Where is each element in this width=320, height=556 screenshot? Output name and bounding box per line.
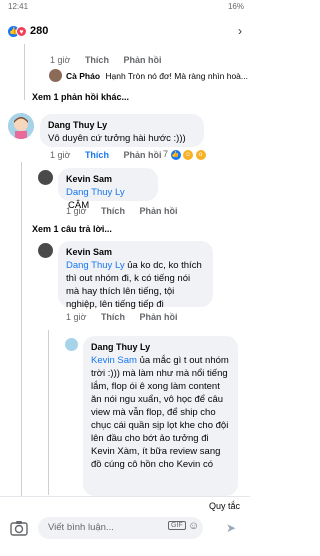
avatar[interactable] — [8, 113, 34, 139]
mention-link[interactable]: Dang Thuy Ly — [66, 187, 125, 198]
thread-line — [21, 162, 22, 497]
status-bar: 12:41 16% — [0, 0, 250, 14]
commenter-name[interactable]: Kevin Sam — [66, 173, 150, 186]
like-button[interactable]: Thích — [101, 206, 125, 216]
comment-bubble[interactable]: Dang Thuy Ly Kevin Sam ủa mắc gì t out n… — [83, 336, 238, 496]
thread-line — [48, 330, 49, 495]
comment-bubble[interactable]: Dang Thuy Ly Vô duyên cứ tưởng hài hước … — [40, 114, 204, 147]
heart-reaction-icon: ♥ — [16, 26, 27, 37]
comment-time: 1 giờ — [50, 55, 71, 65]
cartoon-avatar-icon — [8, 113, 34, 139]
reply-button[interactable]: Phản hồi — [123, 55, 161, 65]
mention-link[interactable]: Kevin Sam — [91, 355, 137, 366]
comment-bubble[interactable]: Kevin Sam Dang Thuy Ly ủa ko dc, ko thíc… — [58, 241, 213, 310]
reply-button[interactable]: Phản hồi — [139, 312, 177, 322]
wow-reaction-icon: o — [195, 149, 206, 160]
view-more-replies-link[interactable]: Xem 1 phản hồi khác... — [32, 92, 129, 102]
battery-level: 16% — [227, 2, 244, 11]
reaction-count: 280 — [30, 25, 49, 37]
comment-text: ủa mắc gì t out nhóm trời :))) mà làm nh… — [91, 355, 229, 470]
comment-time: 1 giờ — [50, 150, 71, 160]
reaction-badge[interactable]: 7 👍 ☺ o — [163, 149, 206, 160]
like-button[interactable]: Thích — [85, 55, 109, 65]
rules-link[interactable]: Quy tắc — [209, 501, 240, 511]
reply-preview[interactable]: Cà Pháo Hạnh Tròn nó đơ! Mà ràng nhìn ho… — [66, 71, 260, 81]
avatar[interactable] — [38, 170, 53, 185]
comment-actions: 1 giờ Thích Phản hồi — [66, 206, 189, 216]
comment-text: Vô duyên cứ tưởng hài hước :))) — [48, 133, 186, 144]
comment-text: Hạnh Tròn nó đơ! Mà ràng nhìn hoà... — [105, 71, 248, 81]
like-button[interactable]: Thích — [101, 312, 125, 322]
avatar[interactable] — [49, 69, 62, 82]
comment-actions: 1 giờ Thích Phản hồi — [50, 150, 173, 160]
haha-reaction-icon: ☺ — [183, 149, 194, 160]
commenter-name[interactable]: Dang Thuy Ly — [91, 341, 230, 354]
comment-actions: 1 giờ Thích Phản hồi — [66, 312, 189, 322]
like-button[interactable]: Thích — [85, 150, 109, 160]
camera-icon[interactable] — [10, 520, 28, 536]
commenter-name: Cà Pháo — [66, 71, 101, 81]
comment-actions: 1 giờ Thích Phản hồi — [50, 55, 173, 65]
commenter-name[interactable]: Dang Thuy Ly — [48, 119, 196, 132]
emoji-icon[interactable]: ☺ — [188, 520, 199, 532]
comment-time: 1 giờ — [66, 206, 87, 216]
avatar[interactable] — [38, 243, 53, 258]
status-time: 12:41 — [8, 2, 29, 11]
reactions-summary[interactable]: 👍 ♥ 280 › — [0, 22, 250, 42]
reply-button[interactable]: Phản hồi — [139, 206, 177, 216]
commenter-name[interactable]: Kevin Sam — [66, 246, 205, 259]
comment-time: 1 giờ — [66, 312, 87, 322]
reply-button[interactable]: Phản hồi — [123, 150, 161, 160]
thread-line — [24, 44, 25, 100]
gif-button[interactable]: GIF — [168, 521, 186, 530]
mention-link[interactable]: Dang Thuy Ly — [66, 260, 125, 271]
send-icon[interactable]: ➤ — [226, 521, 236, 535]
like-reaction-icon: 👍 — [170, 149, 181, 160]
view-reply-link[interactable]: Xem 1 câu trả lời... — [32, 224, 112, 234]
chevron-right-icon[interactable]: › — [238, 24, 242, 38]
comment-composer: Quy tắc Viết bình luận... GIF ☺ ➤ — [0, 496, 250, 556]
reaction-count: 7 — [163, 149, 169, 159]
avatar[interactable] — [65, 338, 78, 351]
comment-bubble[interactable]: Kevin Sam Dang Thuy Ly CÂM — [58, 168, 158, 211]
